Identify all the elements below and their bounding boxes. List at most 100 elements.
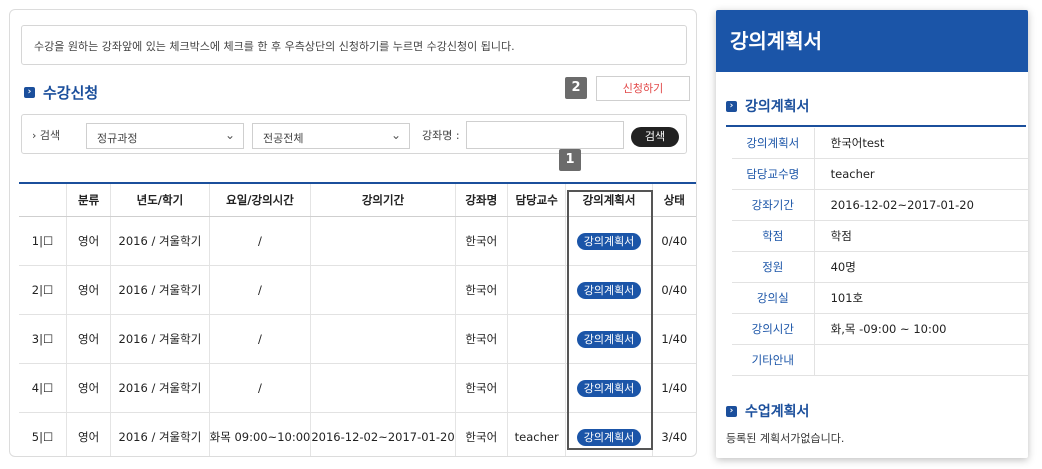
major-select[interactable]: 전공전체 ⌄ xyxy=(252,123,410,149)
info-key: 학점 xyxy=(732,220,815,252)
chevron-down-icon: ⌄ xyxy=(390,128,401,142)
table-row: 5|☐ 영어 2016 / 겨울학기 화목 09:00~10:00 2016-1… xyxy=(19,412,696,456)
cell-term: 2016 / 겨울학기 xyxy=(110,412,210,456)
row-checkbox[interactable]: 3|☐ xyxy=(19,314,67,364)
cell-plan: 강의계획서 xyxy=(565,265,653,315)
cell-category: 영어 xyxy=(66,363,111,413)
cell-time: 화목 09:00~10:00 xyxy=(208,412,311,456)
panel-section-lesson-plan: › 수업계획서 xyxy=(726,401,809,421)
table-row: 2|☐ 영어 2016 / 겨울학기 / 한국어 강의계획서 0/40 xyxy=(19,265,696,315)
panel-title: 강의계획서 xyxy=(716,10,1028,72)
plan-button[interactable]: 강의계획서 xyxy=(576,428,642,446)
cell-professor xyxy=(506,314,566,364)
info-key: 강의실 xyxy=(732,282,815,314)
course-type-select[interactable]: 정규과정 ⌄ xyxy=(86,123,244,149)
info-row: 기타안내 xyxy=(732,344,1028,376)
instruction-notice: 수강을 원하는 강좌앞에 있는 체크박스에 체크를 한 후 우측상단의 신청하기… xyxy=(21,25,687,65)
apply-button[interactable]: 신청하기 xyxy=(596,76,690,101)
cell-status: 1/40 xyxy=(651,314,696,364)
info-key: 담당교수명 xyxy=(732,158,815,190)
table-row: 1|☐ 영어 2016 / 겨울학기 / 한국어 강의계획서 0/40 xyxy=(19,216,696,266)
cell-course: 한국어 xyxy=(454,265,508,315)
col-header-term: 년도/학기 xyxy=(110,182,210,217)
cell-time: / xyxy=(208,216,311,266)
search-button[interactable]: 검색 xyxy=(631,127,679,147)
step-badge-1: 1 xyxy=(559,149,581,171)
plan-button[interactable]: 강의계획서 xyxy=(576,232,642,250)
cell-plan: 강의계획서 xyxy=(565,216,653,266)
col-header-status: 상태 xyxy=(651,182,696,217)
cell-course: 한국어 xyxy=(454,216,508,266)
info-value: 한국어test xyxy=(814,128,1028,159)
no-plan-message: 등록된 계획서가없습니다. xyxy=(726,432,845,445)
panel-section-syllabus: › 강의계획서 xyxy=(726,96,809,116)
info-row: 강의실 101호 xyxy=(732,282,1028,314)
chevron-right-icon: › xyxy=(726,100,737,112)
cell-status: 0/40 xyxy=(651,216,696,266)
info-value: 학점 xyxy=(814,220,1028,252)
section-title: › 수강신청 xyxy=(24,82,98,103)
plan-button[interactable]: 강의계획서 xyxy=(576,281,642,299)
chevron-down-icon: ⌄ xyxy=(224,128,235,142)
col-header-period: 강의기간 xyxy=(310,182,456,217)
table-header-row: 분류 년도/학기 요일/강의시간 강의기간 강좌명 담당교수 강의계획서 상태 xyxy=(19,182,696,217)
cell-period xyxy=(310,265,456,315)
chevron-right-icon: › xyxy=(24,87,35,98)
search-label: › 검색 xyxy=(32,129,61,142)
plan-button[interactable]: 강의계획서 xyxy=(576,330,642,348)
row-checkbox[interactable]: 5|☐ xyxy=(19,412,67,456)
divider xyxy=(726,125,1026,127)
info-key: 정원 xyxy=(732,251,815,283)
course-name-label: 강좌명 : xyxy=(422,129,460,142)
cell-plan: 강의계획서 xyxy=(565,412,653,456)
cell-period xyxy=(310,216,456,266)
info-key: 강의계획서 xyxy=(732,128,815,159)
col-header-category: 분류 xyxy=(66,182,111,217)
cell-time: / xyxy=(208,265,311,315)
cell-time: / xyxy=(208,314,311,364)
col-header-plan: 강의계획서 xyxy=(565,182,653,217)
cell-term: 2016 / 겨울학기 xyxy=(110,363,210,413)
info-key: 강좌기간 xyxy=(732,189,815,221)
cell-professor xyxy=(506,363,566,413)
cell-term: 2016 / 겨울학기 xyxy=(110,265,210,315)
cell-status: 3/40 xyxy=(651,412,696,456)
syllabus-panel: 강의계획서 › 강의계획서 강의계획서 한국어test 담당교수명 teacher … xyxy=(716,10,1028,458)
cell-period xyxy=(310,314,456,364)
row-checkbox[interactable]: 2|☐ xyxy=(19,265,67,315)
info-value: teacher xyxy=(814,158,1028,190)
cell-category: 영어 xyxy=(66,412,111,456)
info-key: 강의시간 xyxy=(732,313,815,345)
course-table: 분류 년도/학기 요일/강의시간 강의기간 강좌명 담당교수 강의계획서 상태 … xyxy=(19,182,696,456)
cell-time: / xyxy=(208,363,311,413)
row-checkbox[interactable]: 1|☐ xyxy=(19,216,67,266)
chevron-right-icon: › xyxy=(726,405,737,417)
row-checkbox[interactable]: 4|☐ xyxy=(19,363,67,413)
cell-category: 영어 xyxy=(66,216,111,266)
panel-section-title: 수업계획서 xyxy=(745,404,810,420)
cell-course: 한국어 xyxy=(454,363,508,413)
cell-course: 한국어 xyxy=(454,314,508,364)
cell-term: 2016 / 겨울학기 xyxy=(110,216,210,266)
info-row: 강의시간 화,목 -09:00 ~ 10:00 xyxy=(732,313,1028,345)
plan-button[interactable]: 강의계획서 xyxy=(576,379,642,397)
info-row: 강좌기간 2016-12-02~2017-01-20 xyxy=(732,189,1028,221)
panel-section-title: 강의계획서 xyxy=(745,99,810,115)
col-header-time: 요일/강의시간 xyxy=(208,182,311,217)
info-value xyxy=(814,344,1028,376)
info-value: 40명 xyxy=(814,251,1028,283)
cell-period xyxy=(310,363,456,413)
cell-course: 한국어 xyxy=(454,412,508,456)
cell-category: 영어 xyxy=(66,265,111,315)
cell-plan: 강의계획서 xyxy=(565,363,653,413)
info-value: 101호 xyxy=(814,282,1028,314)
search-bar: › 검색 정규과정 ⌄ 전공전체 ⌄ 강좌명 : 검색 xyxy=(21,114,687,154)
cell-period: 2016-12-02~2017-01-20 xyxy=(310,412,456,456)
info-row: 정원 40명 xyxy=(732,251,1028,283)
info-value: 2016-12-02~2017-01-20 xyxy=(814,189,1028,221)
course-name-input[interactable] xyxy=(466,121,624,149)
cell-status: 0/40 xyxy=(651,265,696,315)
syllabus-info-table: 강의계획서 한국어test 담당교수명 teacher 강좌기간 2016-12-02… xyxy=(732,128,1028,376)
col-header-no xyxy=(19,182,67,217)
table-row: 4|☐ 영어 2016 / 겨울학기 / 한국어 강의계획서 1/40 xyxy=(19,363,696,413)
